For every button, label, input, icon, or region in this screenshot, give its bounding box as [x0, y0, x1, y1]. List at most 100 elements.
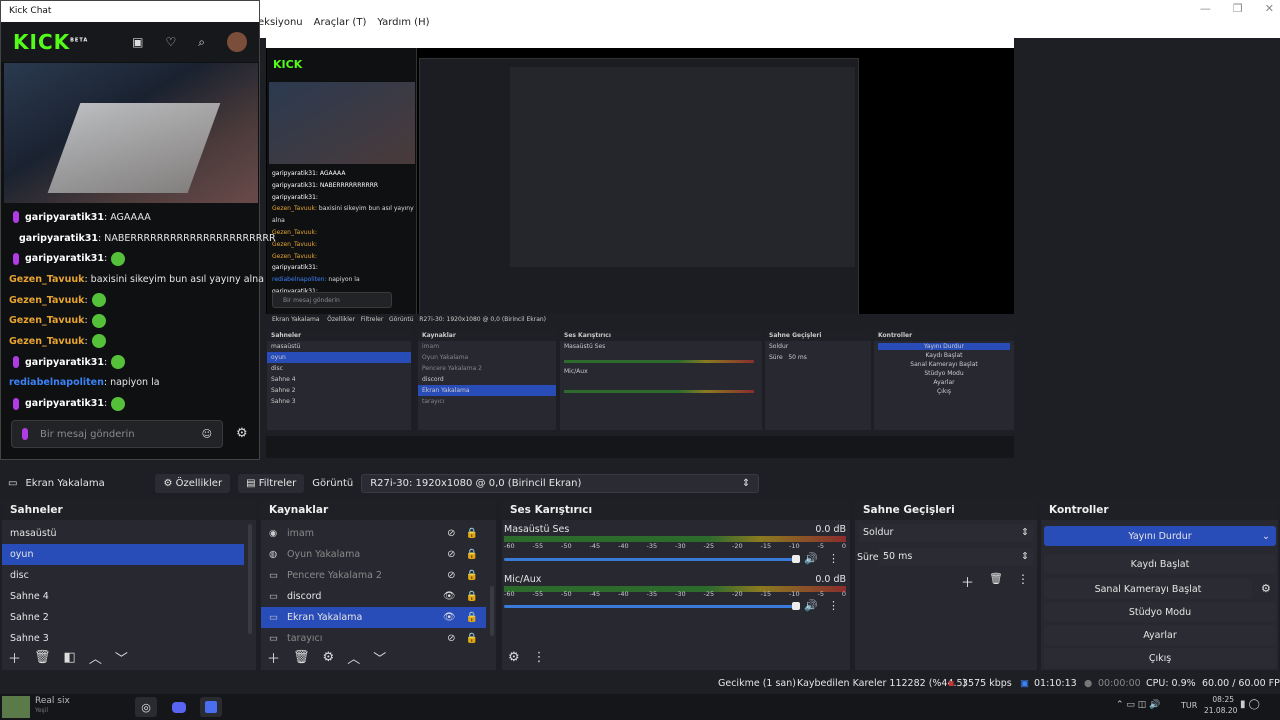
clock-date[interactable]: 21.08.20 [1204, 706, 1237, 715]
move-up-icon[interactable]: ︿ [89, 648, 102, 667]
lock-icon[interactable]: 🔒 [466, 612, 478, 623]
fader-desktop[interactable] [504, 558, 800, 561]
browse-icon[interactable]: ▣ [132, 35, 143, 49]
chat-username[interactable]: Gezen_Tavuuk [9, 315, 84, 326]
studio-mode-button[interactable]: Stüdyo Modu [1044, 602, 1276, 622]
sources-scrollbar[interactable] [490, 586, 494, 636]
kick-logo[interactable]: KICKBETA [13, 30, 88, 54]
heart-icon[interactable]: ♡ [166, 35, 177, 49]
chat-username[interactable]: rediabelnapoliten [9, 377, 104, 388]
scenes-scrollbar[interactable] [248, 524, 252, 634]
tray-icons[interactable]: ⌃ ▭ ◫ 🔊 [1116, 700, 1160, 710]
lock-icon[interactable]: 🔒 [466, 570, 478, 581]
source-item[interactable]: ▭ discord 👁 🔒 [261, 586, 486, 607]
move-down-icon[interactable]: ﹀ [115, 648, 128, 667]
eye-off-icon[interactable]: ⊘ [447, 549, 455, 560]
emote-icon [111, 355, 126, 370]
obs-taskbar-icon[interactable]: ◎ [135, 697, 157, 717]
close-button[interactable]: ✕ [1265, 2, 1274, 15]
source-settings-icon[interactable]: ⚙ [323, 650, 335, 665]
add-source-icon[interactable]: ＋ [267, 648, 280, 667]
scene-item[interactable]: oyun [2, 544, 244, 565]
lock-icon[interactable]: 🔒 [466, 591, 478, 602]
remove-source-icon[interactable]: 🗑 [293, 650, 310, 665]
speaker-icon-desktop[interactable]: 🔊 [804, 552, 818, 565]
lock-icon[interactable]: 🔒 [466, 528, 478, 539]
chat-input[interactable]: Bir mesaj gönderin ☺ [11, 420, 223, 448]
scene-item[interactable]: Sahne 4 [2, 586, 244, 607]
discord-taskbar-icon[interactable] [168, 697, 190, 717]
chat-username[interactable]: Gezen_Tavuuk [9, 336, 84, 347]
fader-knob-desktop[interactable] [792, 555, 800, 563]
mixer-settings-icon[interactable]: ⚙ [508, 650, 520, 665]
menu-item-help[interactable]: Yardım (H) [377, 17, 429, 28]
source-item[interactable]: ◉ imam ⊘ 🔒 [261, 523, 486, 544]
fader-knob-mic[interactable] [792, 602, 800, 610]
mixer-panel: Ses Karıştırıcı Masaüstü Ses 0.0 dB -60 -… [502, 500, 850, 670]
scene-filter-icon[interactable]: ◧ [64, 650, 76, 665]
clock-time[interactable]: 08:25 [1206, 695, 1234, 704]
menu-item-tools[interactable]: Araçlar (T) [314, 17, 367, 28]
kick-chat-window[interactable]: Kick Chat KICKBETA ▣ ♡ ⌕ garipyaratik31:… [0, 0, 276, 460]
fader-mic[interactable] [504, 605, 800, 608]
eye-off-icon[interactable]: ⊘ [447, 633, 455, 644]
maximize-button[interactable]: ❐ [1233, 2, 1243, 15]
chat-username[interactable]: garipyaratik31 [19, 233, 98, 244]
scale-tick: -10 [789, 590, 800, 598]
kebab-icon-desktop[interactable]: ⋮ [828, 552, 839, 565]
eye-off-icon[interactable]: ⊘ [447, 570, 455, 581]
transition-select[interactable]: Soldur ⇕ [859, 524, 1033, 542]
source-item[interactable]: ◍ Oyun Yakalama ⊘ 🔒 [261, 544, 486, 565]
minimize-button[interactable]: — [1200, 2, 1211, 15]
scene-item[interactable]: Sahne 2 [2, 607, 244, 628]
remove-transition-icon[interactable]: 🗑 [989, 572, 1003, 585]
kebab-icon-mic[interactable]: ⋮ [828, 599, 839, 612]
chevron-down-icon[interactable]: ⌄ [1262, 531, 1270, 542]
duration-spinbox[interactable]: 50 ms ⇕ [879, 548, 1033, 566]
source-type-icon: ▭ [269, 633, 278, 644]
filters-button[interactable]: ▤ Filtreler [238, 473, 305, 493]
source-item[interactable]: ▭ Ekran Yakalama 👁 🔒 [261, 607, 486, 628]
search-icon[interactable]: ⌕ [198, 35, 205, 50]
eye-off-icon[interactable]: ⊘ [447, 528, 455, 539]
obs-preview[interactable]: KICK garipyaratik31: AGAAAA garipyaratik… [266, 38, 1014, 458]
add-scene-icon[interactable]: ＋ [8, 648, 21, 667]
kick-video-player[interactable] [4, 63, 258, 203]
eye-icon[interactable]: 👁 [443, 591, 456, 602]
chat-username[interactable]: garipyaratik31 [25, 357, 104, 368]
app-taskbar-icon[interactable] [200, 697, 222, 717]
chat-username[interactable]: garipyaratik31 [25, 398, 104, 409]
scene-item[interactable]: masaüstü [2, 523, 244, 544]
chat-username[interactable]: Gezen_Tavuuk [9, 295, 84, 306]
source-item[interactable]: ▭ Pencere Yakalama 2 ⊘ 🔒 [261, 565, 486, 586]
source-down-icon[interactable]: ﹀ [373, 648, 386, 667]
source-up-icon[interactable]: ︿ [347, 648, 360, 667]
transition-menu-icon[interactable]: ⋮ [1017, 572, 1029, 586]
stop-stream-button[interactable]: Yayını Durdur ⌄ [1044, 526, 1276, 546]
user-avatar[interactable] [227, 32, 247, 52]
chat-username[interactable]: garipyaratik31 [25, 212, 104, 223]
properties-button[interactable]: ⚙ Özellikler [155, 473, 231, 493]
chat-settings-icon[interactable]: ⚙ [236, 426, 248, 441]
lock-icon[interactable]: 🔒 [466, 633, 478, 644]
chat-username[interactable]: Gezen_Tavuuk [9, 274, 84, 285]
virtual-camera-settings-icon[interactable]: ⚙ [1261, 582, 1271, 595]
remove-scene-icon[interactable]: 🗑 [34, 650, 51, 665]
user-thumbnail[interactable] [2, 696, 30, 718]
eye-icon[interactable]: 👁 [443, 612, 456, 623]
scene-item[interactable]: disc [2, 565, 244, 586]
start-recording-button[interactable]: Kaydı Başlat [1044, 554, 1276, 574]
notification-icon[interactable]: ▮ ◯ [1240, 699, 1260, 710]
language-indicator[interactable]: TUR [1181, 701, 1197, 710]
settings-button[interactable]: Ayarlar [1044, 625, 1276, 645]
speaker-icon-mic[interactable]: 🔊 [804, 599, 818, 612]
menu-item-scene-collection[interactable]: eksiyonu [258, 17, 303, 28]
virtual-camera-button[interactable]: Sanal Kamerayı Başlat [1044, 579, 1252, 599]
lock-icon[interactable]: 🔒 [466, 549, 478, 560]
chat-username[interactable]: garipyaratik31 [25, 253, 104, 264]
emote-picker-icon[interactable]: ☺ [202, 429, 212, 440]
display-select[interactable]: R27i-30: 1920x1080 @ 0,0 (Birincil Ekran… [361, 473, 760, 493]
exit-button[interactable]: Çıkış [1044, 648, 1276, 668]
add-transition-icon[interactable]: ＋ [961, 572, 974, 591]
mixer-menu-icon[interactable]: ⋮ [533, 650, 546, 665]
